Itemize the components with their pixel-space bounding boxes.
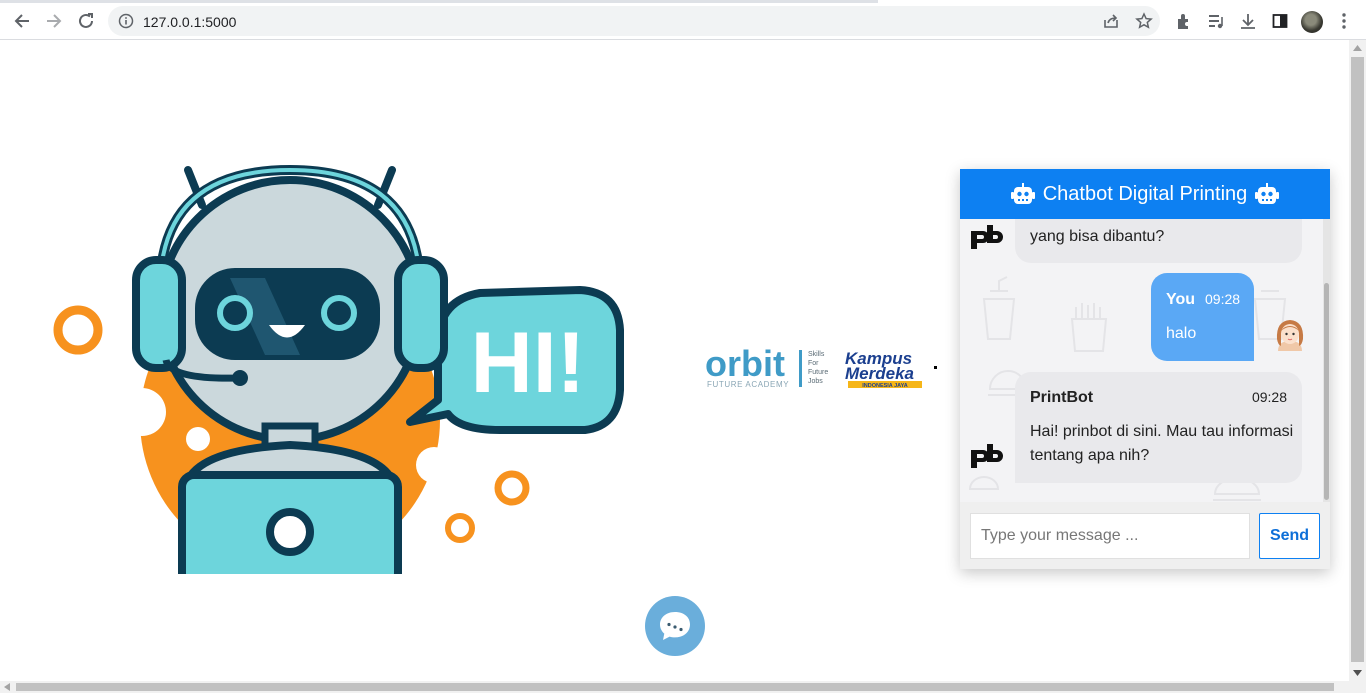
message-input[interactable] — [970, 513, 1250, 559]
chat-scrollbar-thumb[interactable] — [1324, 283, 1329, 500]
bot-message-text: yang bisa dibantu? — [1030, 228, 1165, 245]
chat-toggle-button[interactable] — [645, 596, 705, 656]
orbit-logo-text: orbit — [705, 346, 785, 384]
url-text[interactable]: 127.0.0.1:5000 — [143, 14, 236, 30]
orbit-tag-1: Skills — [808, 351, 825, 358]
info-icon[interactable] — [118, 13, 134, 34]
address-bar[interactable]: 127.0.0.1:5000 — [108, 6, 1160, 36]
chat-title: Chatbot Digital Printing — [1042, 182, 1248, 205]
chat-scrollbar[interactable] — [1323, 219, 1330, 502]
chatbot-window: Chatbot Digital Printing yang bisa diban… — [960, 169, 1330, 569]
chat-input-area: Send — [960, 502, 1330, 569]
chat-messages[interactable]: yang bisa dibantu? You 09:28 halo PrintB… — [960, 219, 1330, 502]
media-icon[interactable] — [1205, 10, 1227, 32]
star-icon[interactable] — [1135, 12, 1153, 35]
browser-toolbar: 127.0.0.1:5000 — [0, 3, 1366, 40]
send-button[interactable]: Send — [1259, 513, 1320, 559]
user-message-sender: You — [1166, 291, 1196, 308]
back-arrow-icon[interactable] — [8, 7, 36, 35]
bot-message-sender: PrintBot — [1030, 389, 1094, 406]
page-horizontal-scrollbar-thumb[interactable] — [16, 683, 1334, 691]
user-avatar — [1276, 320, 1304, 351]
bot-message-bubble: PrintBot 09:28 Hai! prinbot di sini. Mau… — [1015, 372, 1302, 483]
user-message-text: halo — [1166, 325, 1197, 342]
partner-logos: orbit FUTURE ACADEMY Skills For Future J… — [705, 343, 940, 392]
reload-icon[interactable] — [72, 7, 100, 35]
bot-message-text-line2: tentang apa nih? — [1030, 447, 1150, 464]
orbit-tag-2: For — [808, 360, 819, 367]
robot-icon — [1010, 183, 1035, 204]
orbit-subtitle: FUTURE ACADEMY — [707, 380, 789, 389]
speech-bubble-text: HI! — [471, 315, 586, 411]
robot-illustration: HI! — [53, 164, 624, 574]
download-icon[interactable] — [1237, 10, 1259, 32]
bot-message-text-line1: Hai! prinbot di sini. Mau tau informasi — [1030, 423, 1294, 440]
robot-icon — [1255, 183, 1280, 204]
side-panel-icon[interactable] — [1269, 10, 1291, 32]
page-vertical-scrollbar-thumb[interactable] — [1351, 57, 1364, 662]
page-horizontal-scrollbar[interactable] — [0, 681, 1366, 693]
printbot-avatar — [968, 438, 1004, 474]
share-icon[interactable] — [1102, 12, 1120, 35]
printbot-avatar — [968, 219, 1004, 255]
extensions-icon[interactable] — [1173, 10, 1195, 32]
chat-header: Chatbot Digital Printing — [960, 169, 1330, 219]
user-message-time: 09:28 — [1205, 291, 1241, 307]
menu-icon[interactable] — [1333, 10, 1355, 32]
forward-arrow-icon[interactable] — [40, 7, 68, 35]
orbit-tag-3: Future — [808, 369, 828, 376]
kampus-merdeka-line3: INDONESIA JAYA — [862, 383, 908, 389]
chat-icon — [660, 612, 690, 640]
user-message-bubble: You 09:28 halo — [1151, 273, 1254, 361]
page-vertical-scrollbar[interactable] — [1349, 40, 1366, 681]
profile-avatar[interactable] — [1301, 11, 1323, 33]
orbit-tag-4: Jobs — [808, 378, 823, 385]
kampus-merdeka-line2: Merdeka — [845, 364, 914, 383]
bot-message-bubble: yang bisa dibantu? — [1015, 219, 1302, 263]
bot-message-time: 09:28 — [1251, 389, 1287, 405]
